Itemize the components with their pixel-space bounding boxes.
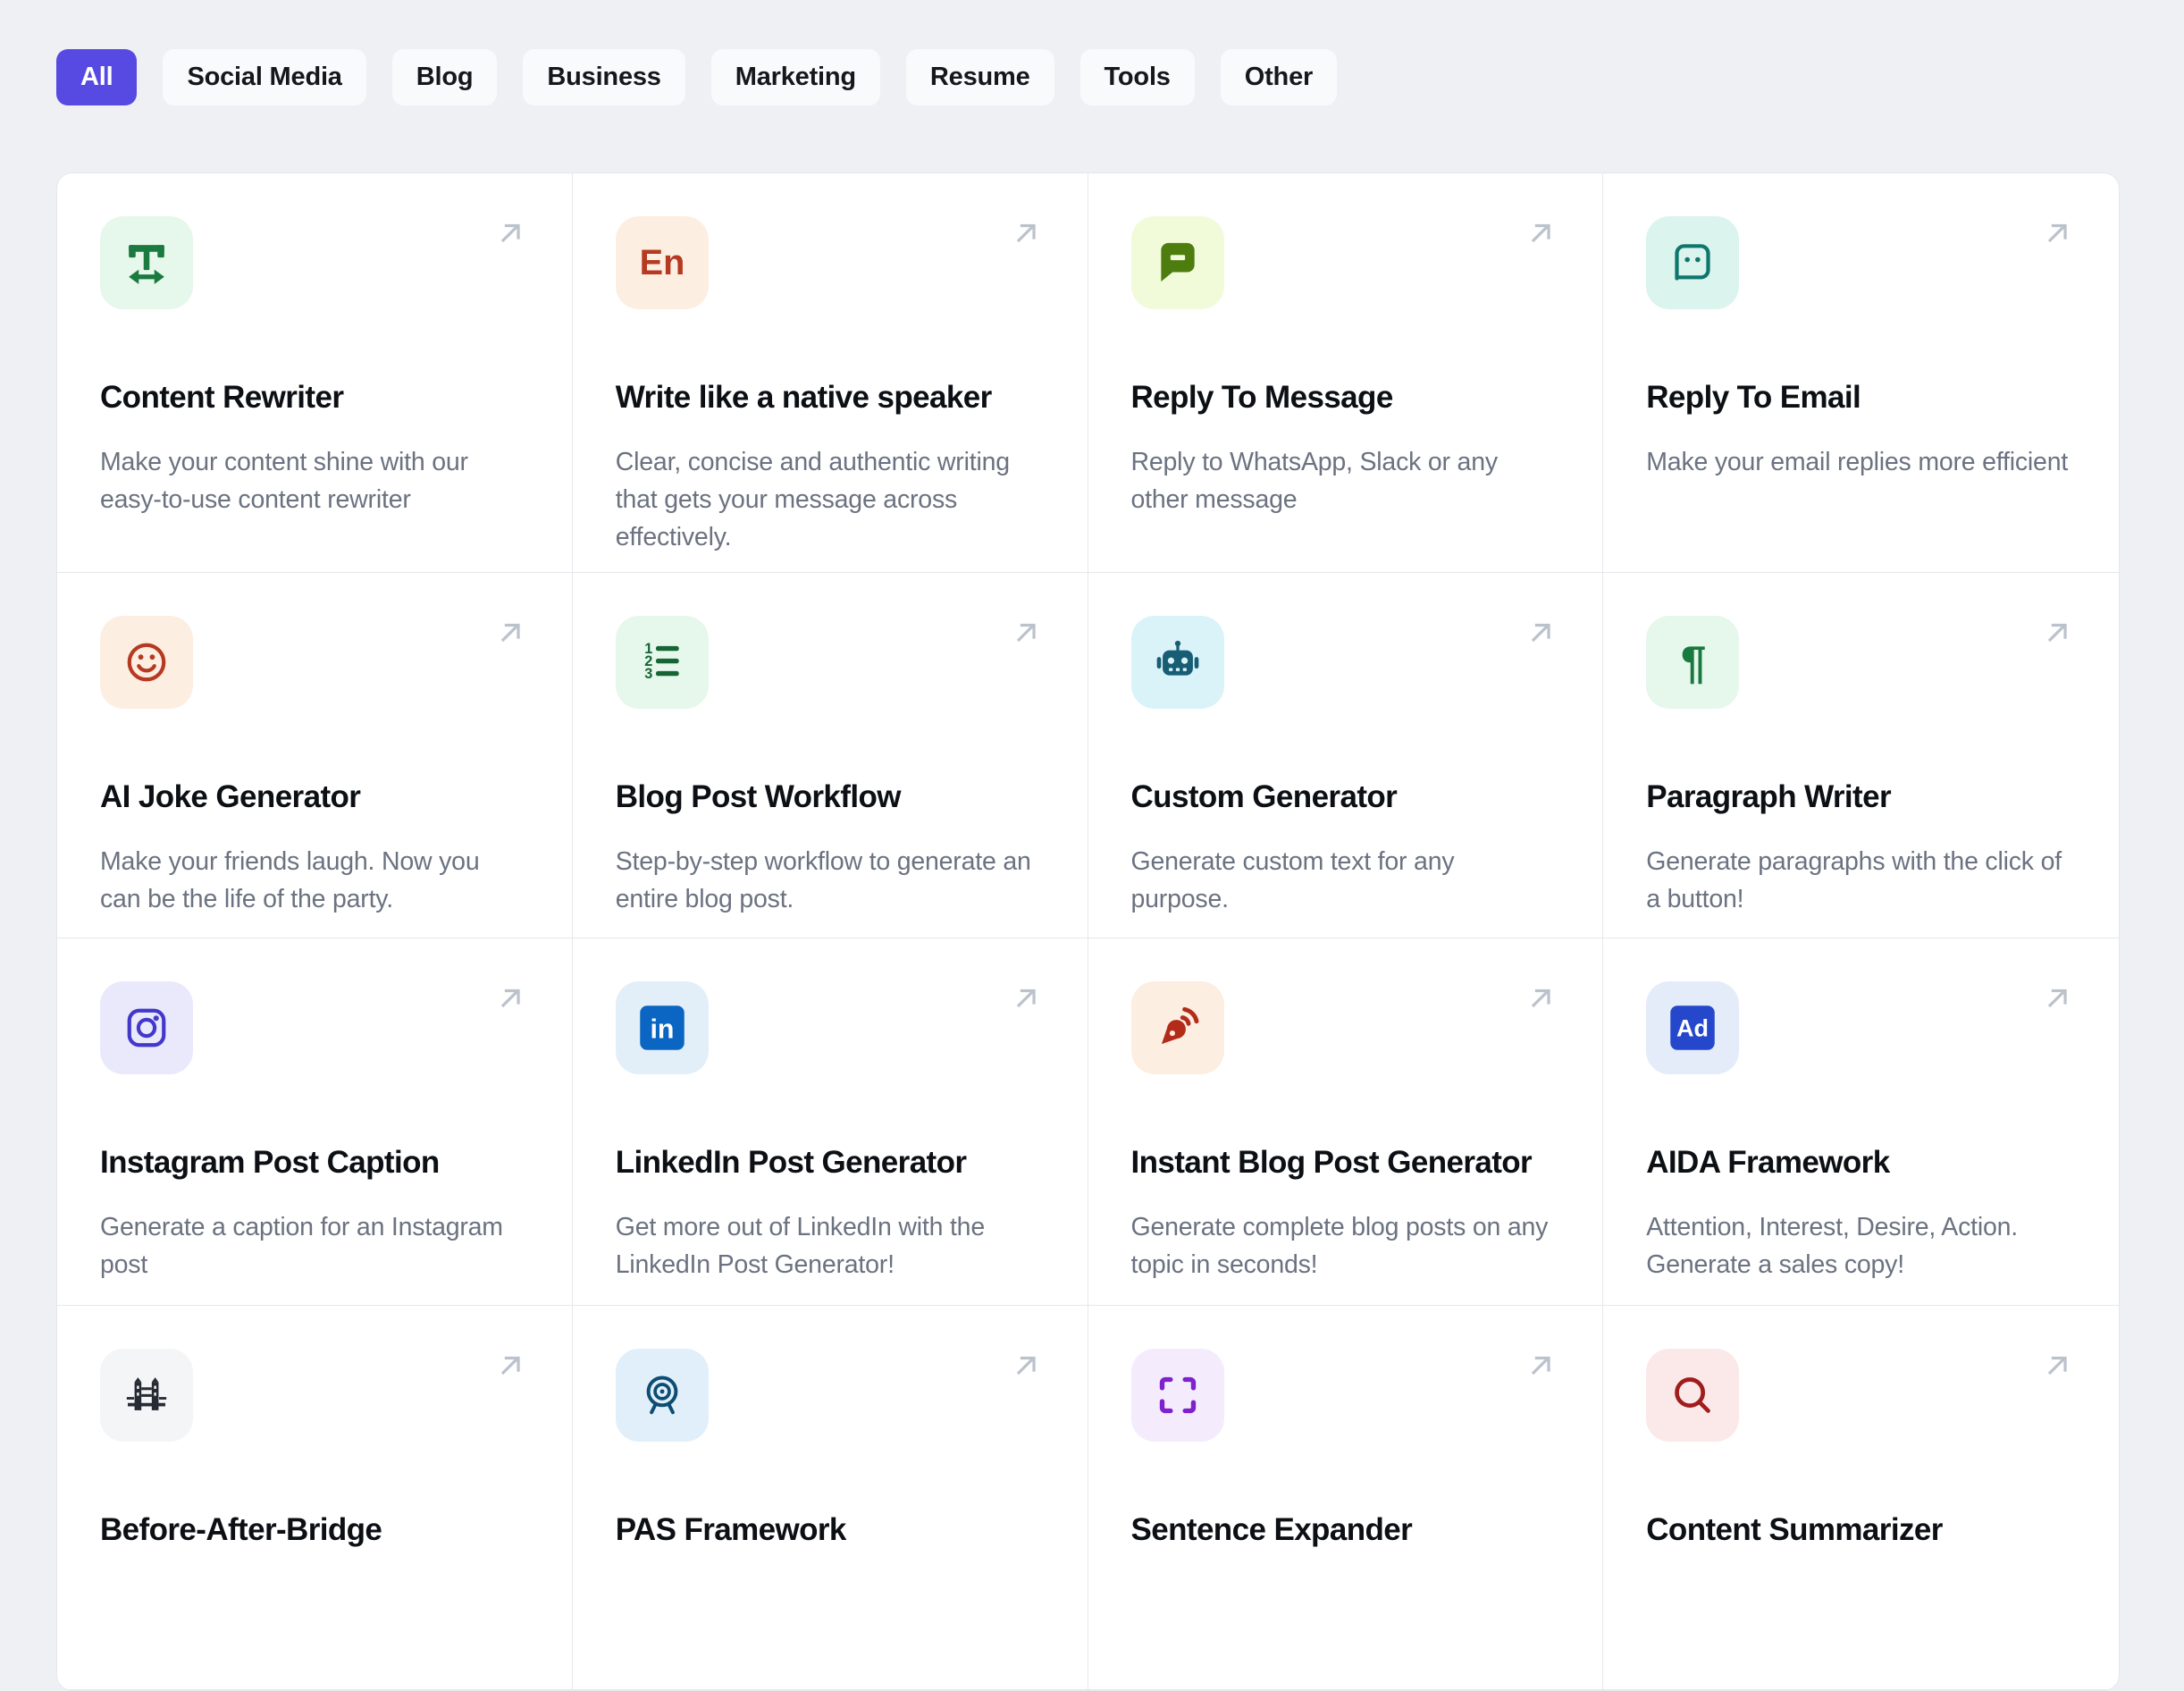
en-letters-icon: En bbox=[615, 216, 709, 309]
tool-card-title: Sentence Expander bbox=[1130, 1512, 1413, 1547]
linkedin-square-icon: in bbox=[615, 981, 709, 1074]
arrow-up-right-icon[interactable] bbox=[1524, 981, 1558, 1015]
category-filter-tabs: All Social Media Blog Business Marketing Resu… bbox=[56, 49, 1338, 105]
tool-card-pas-framework[interactable]: PAS Framework bbox=[572, 1306, 1088, 1690]
tool-card-title: Blog Post Workflow bbox=[615, 779, 902, 814]
arrow-up-right-icon[interactable] bbox=[493, 216, 527, 250]
tool-card-title: AIDA Framework bbox=[1646, 1145, 1890, 1180]
tool-card-description: Make your friends laugh. Now you can be … bbox=[100, 847, 480, 913]
robot-icon bbox=[1130, 616, 1224, 709]
tool-card-instagram-post-caption[interactable]: Instagram Post Caption Generate a caption… bbox=[57, 938, 573, 1306]
chat-outline-face-icon bbox=[1646, 216, 1740, 309]
numbered-list-icon: 1 2 3 bbox=[615, 616, 709, 709]
target-award-icon bbox=[615, 1349, 709, 1442]
tool-card-title: PAS Framework bbox=[615, 1512, 847, 1547]
filter-tab-marketing[interactable]: Marketing bbox=[710, 49, 880, 105]
filter-tab-tools[interactable]: Tools bbox=[1079, 49, 1195, 105]
arrow-up-right-icon[interactable] bbox=[1009, 616, 1043, 650]
tool-card-description: Attention, Interest, Desire, Action. Gen… bbox=[1646, 1213, 2019, 1279]
tools-grid: Content Rewriter Make your content shine … bbox=[56, 172, 2120, 1691]
tool-card-description: Make your content shine with our easy-to… bbox=[100, 448, 468, 514]
chat-filled-icon bbox=[1130, 216, 1224, 309]
tool-card-write-like-a-native-speaker[interactable]: En Write like a native speaker Clear, con… bbox=[572, 173, 1088, 573]
arrow-up-right-icon[interactable] bbox=[2040, 616, 2074, 650]
tool-card-description: Generate custom text for any purpose. bbox=[1130, 847, 1455, 913]
tool-card-paragraph-writer[interactable]: ¶ Paragraph Writer Generate paragraphs wi… bbox=[1603, 573, 2119, 938]
arrow-up-right-icon[interactable] bbox=[493, 981, 527, 1015]
pilcrow-icon: ¶ bbox=[1646, 616, 1740, 709]
tool-card-title: Content Summarizer bbox=[1646, 1512, 1943, 1547]
tool-card-custom-generator[interactable]: Custom Generator Generate custom text for… bbox=[1088, 573, 1604, 938]
tool-card-ai-joke-generator[interactable]: AI Joke Generator Make your friends laugh… bbox=[57, 573, 573, 938]
svg-text:¶: ¶ bbox=[1681, 637, 1707, 687]
tool-card-title: Custom Generator bbox=[1130, 779, 1398, 814]
arrow-up-right-icon[interactable] bbox=[2040, 1349, 2074, 1383]
tool-card-before-after-bridge[interactable]: Before-After-Bridge bbox=[57, 1306, 573, 1690]
arrow-up-right-icon[interactable] bbox=[493, 1349, 527, 1383]
tool-card-reply-to-message[interactable]: Reply To Message Reply to WhatsApp, Slack… bbox=[1088, 173, 1604, 573]
arrow-up-right-icon[interactable] bbox=[2040, 981, 2074, 1015]
arrow-up-right-icon[interactable] bbox=[1009, 216, 1043, 250]
bridge-icon bbox=[100, 1349, 193, 1442]
tool-card-title: Instagram Post Caption bbox=[100, 1145, 440, 1180]
tool-card-sentence-expander[interactable]: Sentence Expander bbox=[1088, 1306, 1604, 1690]
filter-tab-resume[interactable]: Resume bbox=[905, 49, 1054, 105]
tool-card-description: Get more out of LinkedIn with the Linked… bbox=[615, 1213, 985, 1279]
instagram-icon bbox=[100, 981, 193, 1074]
svg-text:in: in bbox=[650, 1014, 674, 1044]
tool-card-linkedin-post-generator[interactable]: in LinkedIn Post Generator Get more out o… bbox=[572, 938, 1088, 1306]
tool-card-title: Before-After-Bridge bbox=[100, 1512, 382, 1547]
svg-text:Ad: Ad bbox=[1676, 1015, 1709, 1042]
tool-card-instant-blog-post-generator[interactable]: Instant Blog Post Generator Generate comp… bbox=[1088, 938, 1604, 1306]
tool-card-description: Generate paragraphs with the click of a … bbox=[1646, 847, 2062, 913]
ad-square-icon: Ad bbox=[1646, 981, 1740, 1074]
tool-card-reply-to-email[interactable]: Reply To Email Make your email replies mo… bbox=[1603, 173, 2119, 573]
arrow-up-right-icon[interactable] bbox=[2040, 216, 2074, 250]
tool-card-blog-post-workflow[interactable]: 1 2 3 Blog Post Workflow Step-by-step wor… bbox=[572, 573, 1088, 938]
svg-text:En: En bbox=[639, 243, 685, 282]
filter-tab-social-media[interactable]: Social Media bbox=[163, 49, 366, 105]
arrow-up-right-icon[interactable] bbox=[1009, 981, 1043, 1015]
tool-card-content-rewriter[interactable]: Content Rewriter Make your content shine … bbox=[57, 173, 573, 573]
arrow-up-right-icon[interactable] bbox=[1524, 616, 1558, 650]
tool-card-aida-framework[interactable]: Ad AIDA Framework Attention, Interest, De… bbox=[1603, 938, 2119, 1306]
filter-tab-other[interactable]: Other bbox=[1220, 49, 1338, 105]
tool-card-description: Generate complete blog posts on any topi… bbox=[1130, 1213, 1549, 1279]
pen-waves-icon bbox=[1130, 981, 1224, 1074]
arrow-up-right-icon[interactable] bbox=[1009, 1349, 1043, 1383]
expand-brackets-icon bbox=[1130, 1349, 1224, 1442]
tool-card-title: Reply To Email bbox=[1646, 380, 1861, 415]
magnifier-icon bbox=[1646, 1349, 1740, 1442]
tool-card-description: Make your email replies more efficient bbox=[1646, 448, 2069, 476]
arrow-up-right-icon[interactable] bbox=[1524, 216, 1558, 250]
arrow-up-right-icon[interactable] bbox=[1524, 1349, 1558, 1383]
tool-card-title: Write like a native speaker bbox=[615, 380, 992, 415]
tool-card-title: Instant Blog Post Generator bbox=[1130, 1145, 1533, 1180]
arrow-up-right-icon[interactable] bbox=[493, 616, 527, 650]
tool-card-description: Reply to WhatsApp, Slack or any other me… bbox=[1130, 448, 1499, 514]
tool-card-title: AI Joke Generator bbox=[100, 779, 361, 814]
filter-tab-business[interactable]: Business bbox=[523, 49, 685, 105]
text-width-icon bbox=[100, 216, 193, 309]
filter-tab-all[interactable]: All bbox=[56, 49, 138, 105]
tool-card-description: Generate a caption for an Instagram post bbox=[100, 1213, 503, 1279]
tool-card-title: Reply To Message bbox=[1130, 380, 1394, 415]
svg-text:3: 3 bbox=[644, 666, 652, 682]
smiley-icon bbox=[100, 616, 193, 709]
tool-card-title: LinkedIn Post Generator bbox=[615, 1145, 967, 1180]
tool-card-description: Clear, concise and authentic writing tha… bbox=[615, 448, 1010, 551]
tool-card-description: Step-by-step workflow to generate an ent… bbox=[615, 847, 1031, 913]
filter-tab-blog[interactable]: Blog bbox=[391, 49, 498, 105]
tool-card-content-summarizer[interactable]: Content Summarizer bbox=[1603, 1306, 2119, 1690]
tool-card-title: Paragraph Writer bbox=[1646, 779, 1891, 814]
tool-card-title: Content Rewriter bbox=[100, 380, 344, 415]
